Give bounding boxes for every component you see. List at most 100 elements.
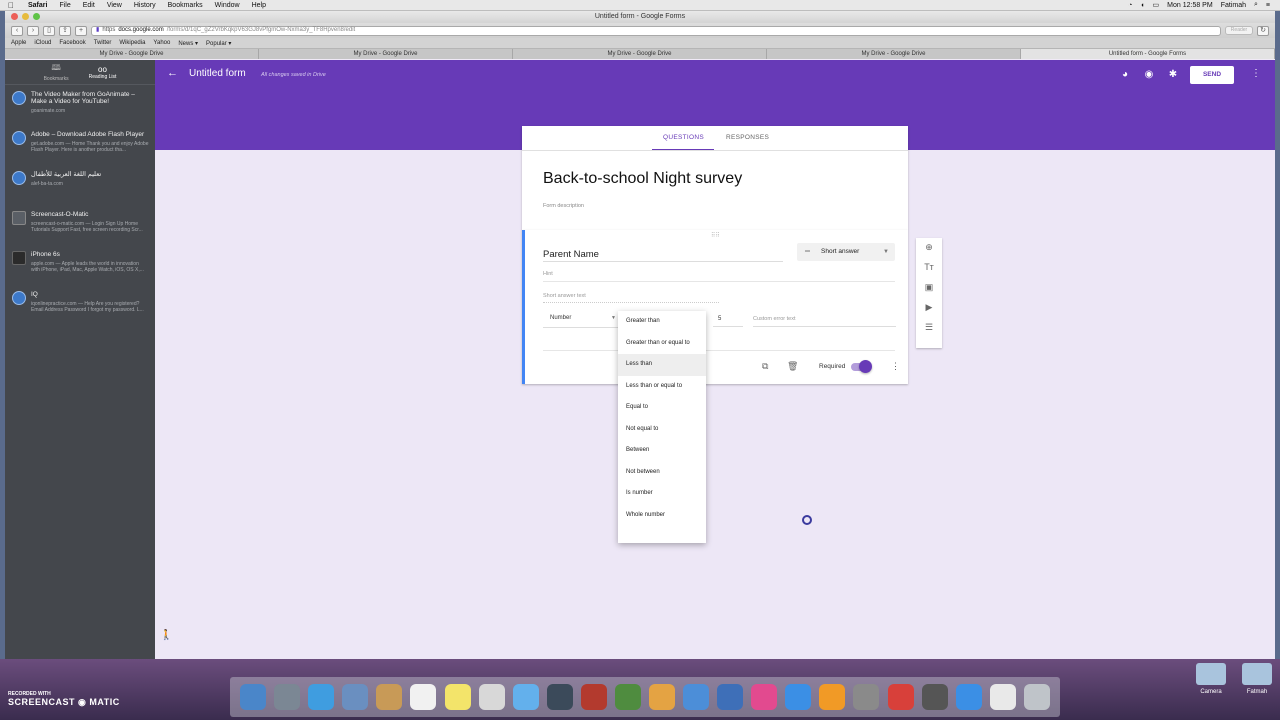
reading-list-item[interactable]: The Video Maker from GoAnimate – Make a … (5, 85, 155, 125)
question-title[interactable]: Parent Name (543, 249, 599, 260)
reading-list-tab[interactable]: oo Reading List (89, 65, 117, 80)
question-type-select[interactable]: ═ Short answer ▼ (797, 243, 895, 261)
option-is-number[interactable]: Is number (618, 483, 706, 505)
menubar-clock[interactable]: Mon 12:58 PM (1167, 2, 1213, 9)
add-section-icon[interactable]: ☰ (923, 322, 935, 333)
reading-list-item[interactable]: iPhone 6s apple.com — Apple leads the wor… (5, 245, 155, 285)
tab-questions[interactable]: QUESTIONS (663, 134, 704, 141)
applications-folder-icon[interactable] (955, 684, 982, 710)
notification-center-icon[interactable]: ≡ (1266, 2, 1270, 9)
option-not-between[interactable]: Not between (618, 462, 706, 484)
add-bookmark-button[interactable]: + (75, 25, 87, 36)
validation-type-select[interactable]: Number ▼ (550, 315, 618, 327)
mail-icon[interactable] (342, 684, 369, 710)
apple-menu-icon[interactable]:  (0, 1, 22, 10)
messages-icon[interactable] (512, 684, 539, 710)
desktop-folder-camera[interactable]: Camera (1194, 663, 1228, 695)
more-options-icon[interactable]: ⋮ (1251, 68, 1261, 79)
pages-icon[interactable] (648, 684, 675, 710)
drag-handle-icon[interactable]: ⠿⠿ (711, 232, 720, 239)
reading-list-item[interactable]: تعليم اللغة العربية للأطفال alef-ba-ta.co… (5, 165, 155, 205)
itunes-icon[interactable] (751, 684, 778, 710)
reminders-icon[interactable] (478, 684, 505, 710)
volume-icon[interactable]: ◖ (1140, 2, 1144, 9)
option-greater-than[interactable]: Greater than (618, 311, 706, 333)
minimize-window-icon[interactable] (22, 13, 29, 20)
reader-button[interactable]: Reader (1225, 26, 1253, 35)
survey-title[interactable]: Back-to-school Night survey (543, 170, 742, 188)
fav-yahoo[interactable]: Yahoo (153, 40, 170, 46)
option-greater-than-or-equal[interactable]: Greater than or equal to (618, 333, 706, 355)
menu-help[interactable]: Help (246, 2, 272, 9)
reading-list-item[interactable]: IQ iqonlinepractice.com — Help Are you re… (5, 285, 155, 325)
tab-drive-4[interactable]: My Drive - Google Drive (767, 49, 1021, 59)
battery-icon[interactable]: ▭ (1153, 1, 1160, 9)
wifi-icon[interactable]: ◔ (1128, 2, 1132, 9)
menu-app[interactable]: Safari (22, 2, 53, 9)
tab-responses[interactable]: RESPONSES (726, 134, 769, 141)
menu-window[interactable]: Window (209, 2, 246, 9)
screencast-app-icon[interactable] (887, 684, 914, 710)
sidebar-toggle-button[interactable]: ▯ (43, 25, 55, 36)
forward-nav-button[interactable]: › (27, 25, 39, 36)
form-doc-title[interactable]: Untitled form (189, 68, 246, 79)
address-bar[interactable]: ▮ https docs.google.com/forms/d/1qC_gZ2V… (91, 25, 1221, 36)
option-less-than-or-equal[interactable]: Less than or equal to (618, 376, 706, 398)
contacts-icon[interactable] (376, 684, 403, 710)
bookmarks-tab[interactable]: 🕮 Bookmarks (44, 62, 69, 82)
validation-value-input[interactable]: 5 (718, 316, 721, 322)
tab-drive-2[interactable]: My Drive - Google Drive (259, 49, 513, 59)
option-whole-number[interactable]: Whole number (618, 505, 706, 527)
duplicate-icon[interactable]: ⧉ (762, 361, 768, 372)
menubar-user[interactable]: Fatimah (1221, 2, 1246, 9)
facetime-icon[interactable] (546, 684, 573, 710)
system-preferences-icon[interactable] (853, 684, 880, 710)
tab-drive-3[interactable]: My Drive - Google Drive (513, 49, 767, 59)
calendar-icon[interactable] (410, 684, 437, 710)
documents-icon[interactable] (989, 684, 1016, 710)
preview-eye-icon[interactable]: ◉ (1143, 69, 1155, 80)
zoom-window-icon[interactable] (33, 13, 40, 20)
delete-trash-icon[interactable]: 🗑 (787, 361, 798, 372)
fav-wikipedia[interactable]: Wikipedia (119, 40, 145, 46)
fav-icloud[interactable]: iCloud (34, 40, 51, 46)
option-not-equal-to[interactable]: Not equal to (618, 419, 706, 441)
add-video-icon[interactable]: ▶ (923, 302, 935, 313)
form-description-field[interactable]: Form description (543, 203, 584, 209)
option-less-than[interactable]: Less than (618, 354, 706, 376)
add-title-icon[interactable]: Tт (923, 262, 935, 272)
keynote-icon[interactable] (717, 684, 744, 710)
fav-twitter[interactable]: Twitter (94, 40, 112, 46)
fav-news[interactable]: News ▾ (178, 40, 198, 47)
trash-icon[interactable] (1023, 684, 1050, 710)
question-more-icon[interactable]: ⋮ (891, 361, 900, 372)
menu-bookmarks[interactable]: Bookmarks (162, 2, 209, 9)
reading-list-item[interactable]: Adobe – Download Adobe Flash Player get.a… (5, 125, 155, 165)
reading-list-item[interactable]: Screencast-O-Matic screencast-o-matic.com… (5, 205, 155, 245)
fav-popular[interactable]: Popular ▾ (206, 40, 231, 47)
numbers-icon[interactable] (683, 684, 710, 710)
hint-field[interactable]: Hint (543, 271, 553, 277)
spotlight-icon[interactable]: ⌕ (1254, 1, 1258, 9)
add-image-icon[interactable]: ▣ (923, 282, 935, 293)
ibooks-icon[interactable] (819, 684, 846, 710)
share-button[interactable]: ⇪ (59, 25, 71, 36)
menu-edit[interactable]: Edit (77, 2, 101, 9)
toggle-knob[interactable] (859, 360, 872, 373)
iphoto-icon[interactable] (614, 684, 641, 710)
add-question-icon[interactable]: ⊕ (923, 242, 935, 253)
settings-gear-icon[interactable]: ✱ (1167, 69, 1179, 80)
launchpad-icon[interactable] (274, 684, 301, 710)
back-arrow-icon[interactable]: ← (167, 67, 178, 79)
menu-file[interactable]: File (53, 2, 76, 9)
desktop-folder-fatmah[interactable]: Fatmah (1240, 663, 1274, 695)
notes-icon[interactable] (444, 684, 471, 710)
fav-apple[interactable]: Apple (11, 40, 26, 46)
screenshot-icon[interactable] (921, 684, 948, 710)
fav-facebook[interactable]: Facebook (59, 40, 85, 46)
finder-icon[interactable] (240, 684, 267, 710)
menu-view[interactable]: View (101, 2, 128, 9)
palette-icon[interactable]: ◕ (1119, 69, 1131, 80)
app-store-icon[interactable] (785, 684, 812, 710)
close-window-icon[interactable] (11, 13, 18, 20)
